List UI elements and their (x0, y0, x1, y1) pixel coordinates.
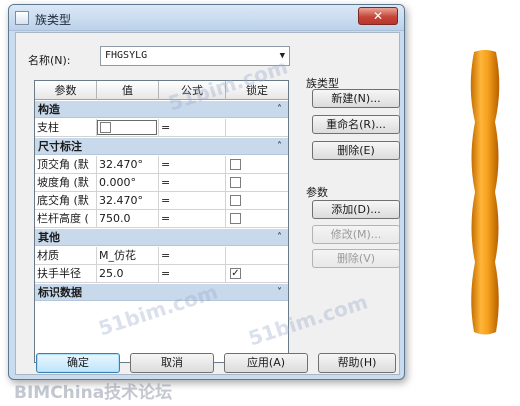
param-formula[interactable]: = (159, 119, 226, 136)
group-dimensions[interactable]: 尺寸标注 ˄ (35, 138, 288, 155)
dropdown-arrow-icon: ▼ (279, 51, 285, 61)
close-icon: ✕ (372, 9, 384, 23)
param-formula[interactable]: = (159, 174, 226, 191)
delete-type-button[interactable]: 删除(E) (312, 141, 400, 160)
type-name-value: FHGSYLG (105, 50, 148, 61)
param-name: 材质 (35, 247, 97, 264)
param-name: 坡度角 (默 (35, 174, 97, 191)
param-name: 支柱 (35, 119, 97, 136)
param-name: 扶手半径 (35, 265, 97, 282)
window-icon (15, 11, 29, 25)
name-label: 名称(N): (28, 54, 71, 67)
close-button[interactable]: ✕ (358, 7, 398, 25)
title-bar: 族类型 ✕ (9, 5, 404, 31)
header-param: 参数 (35, 81, 97, 100)
param-name: 顶交角 (默 (35, 156, 97, 173)
lock-checkbox[interactable]: ✓ (230, 268, 241, 279)
expand-icon: ˅ (277, 287, 282, 298)
dialog-body: 名称(N): FHGSYLG ▼ 参数 值 公式 锁定 构造 ˄ 支柱 = 尺寸… (15, 32, 400, 375)
param-lock (226, 119, 288, 136)
header-value: 值 (97, 81, 159, 100)
collapse-icon: ˄ (277, 232, 282, 243)
param-value[interactable]: 0.000° (97, 174, 159, 191)
help-button[interactable]: 帮助(H) (318, 353, 396, 373)
param-name: 底交角 (默 (35, 192, 97, 209)
group-other[interactable]: 其他 ˄ (35, 229, 288, 246)
cancel-button[interactable]: 取消 (130, 353, 214, 373)
param-lock (226, 156, 288, 173)
new-type-button[interactable]: 新建(N)... (312, 89, 400, 108)
param-formula[interactable]: = (159, 265, 226, 282)
param-formula[interactable]: = (159, 210, 226, 227)
table-row: 底交角 (默 32.470° = (35, 192, 288, 210)
table-header: 参数 值 公式 锁定 (35, 81, 288, 100)
param-value[interactable]: 750.0 (97, 210, 159, 227)
table-row: 支柱 = (35, 119, 288, 137)
param-formula[interactable]: = (159, 192, 226, 209)
param-lock (226, 247, 288, 264)
table-row: 栏杆高度 ( 750.0 = (35, 210, 288, 228)
table-row: 顶交角 (默 32.470° = (35, 156, 288, 174)
apply-button[interactable]: 应用(A) (224, 353, 308, 373)
parameters-label: 参数 (306, 186, 328, 199)
railing-segment-1 (470, 50, 500, 124)
table-row: 材质 M_仿花 = (35, 247, 288, 265)
type-name-dropdown[interactable]: FHGSYLG ▼ (100, 46, 290, 66)
railing-segment-3 (471, 190, 499, 264)
railing-preview (470, 50, 500, 335)
param-value[interactable]: M_仿花 (97, 247, 159, 264)
checkbox[interactable] (100, 122, 111, 133)
param-lock: ✓ (226, 265, 288, 282)
param-lock (226, 210, 288, 227)
collapse-icon: ˄ (277, 141, 282, 152)
footer-watermark: BIMChina技术论坛 (14, 383, 173, 403)
param-lock (226, 174, 288, 191)
parameter-table: 参数 值 公式 锁定 构造 ˄ 支柱 = 尺寸标注 ˄ 顶交角 (默 32.47… (34, 80, 289, 363)
lock-checkbox[interactable] (230, 213, 241, 224)
table-row: 坡度角 (默 0.000° = (35, 174, 288, 192)
table-row: 扶手半径 25.0 = ✓ (35, 265, 288, 283)
header-formula: 公式 (159, 81, 226, 100)
param-formula[interactable]: = (159, 247, 226, 264)
param-lock (226, 192, 288, 209)
param-formula[interactable]: = (159, 156, 226, 173)
group-construction[interactable]: 构造 ˄ (35, 101, 288, 118)
lock-checkbox[interactable] (230, 195, 241, 206)
group-identity-data[interactable]: 标识数据 ˅ (35, 284, 288, 301)
railing-segment-2 (471, 120, 499, 194)
ok-button[interactable]: 确定 (36, 353, 120, 373)
delete-parameter-button[interactable]: 删除(V) (312, 249, 400, 268)
lock-checkbox[interactable] (230, 177, 241, 188)
window-title: 族类型 (35, 13, 72, 27)
value-checkbox-cell[interactable] (97, 120, 157, 135)
family-types-dialog: 族类型 ✕ 名称(N): FHGSYLG ▼ 参数 值 公式 锁定 构造 ˄ 支… (8, 4, 405, 380)
lock-checkbox[interactable] (230, 159, 241, 170)
modify-parameter-button[interactable]: 修改(M)... (312, 225, 400, 244)
collapse-icon: ˄ (277, 104, 282, 115)
param-value[interactable]: 25.0 (97, 265, 159, 282)
header-lock: 锁定 (246, 84, 268, 97)
railing-segment-4 (471, 260, 499, 335)
rename-type-button[interactable]: 重命名(R)... (312, 115, 400, 134)
add-parameter-button[interactable]: 添加(D)... (312, 200, 400, 219)
param-value[interactable]: 32.470° (97, 156, 159, 173)
param-value[interactable]: 32.470° (97, 192, 159, 209)
param-name: 栏杆高度 ( (35, 210, 97, 227)
